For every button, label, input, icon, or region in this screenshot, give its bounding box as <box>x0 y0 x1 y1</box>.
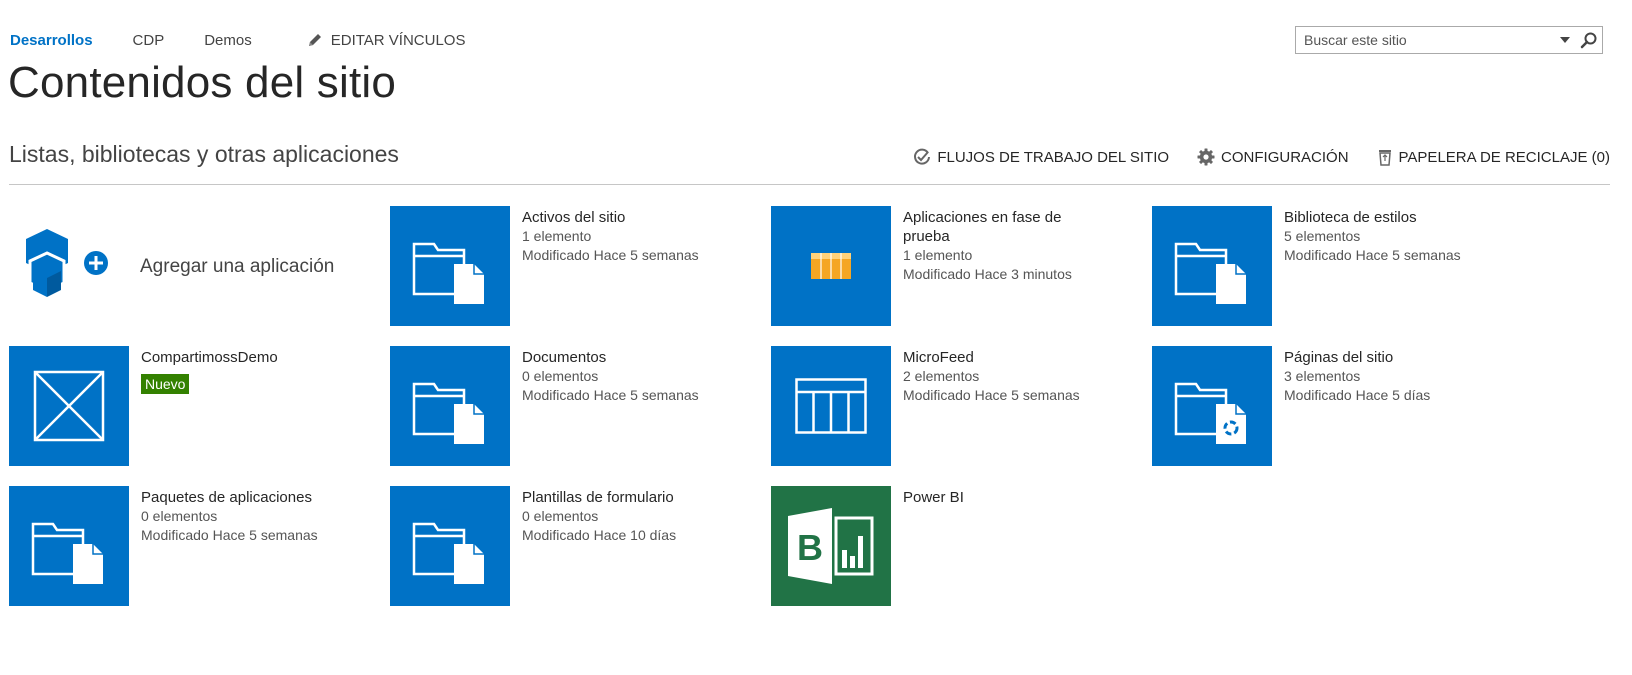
modified-date: Modificado Hace 5 semanas <box>522 247 699 263</box>
list-columns-icon[interactable] <box>771 346 891 466</box>
modified-date: Modificado Hace 5 semanas <box>1284 247 1461 263</box>
site-actions: FLUJOS DE TRABAJO DEL SITIO CONFIGURACIÓ… <box>885 148 1610 166</box>
app-name[interactable]: MicroFeed <box>903 348 1093 367</box>
app-tile-plantillas-de-formulario[interactable]: Plantillas de formulario 0 elementos Mod… <box>390 486 750 606</box>
placeholder-app-icon[interactable] <box>9 346 129 466</box>
workflow-check-icon <box>914 148 931 165</box>
settings-label: CONFIGURACIÓN <box>1221 148 1349 166</box>
item-count: 0 elementos <box>141 508 218 524</box>
app-name[interactable]: CompartimossDemo <box>141 348 331 367</box>
app-name[interactable]: Aplicaciones en fase de prueba <box>903 208 1093 246</box>
app-name[interactable]: Activos del sitio <box>522 208 712 227</box>
folder-document-icon[interactable] <box>390 486 510 606</box>
app-tile-power-bi[interactable]: B Power BI <box>771 486 1131 606</box>
pencil-icon <box>308 34 321 46</box>
gear-icon <box>1197 148 1215 166</box>
search-button[interactable] <box>1576 27 1602 53</box>
app-name[interactable]: Biblioteca de estilos <box>1284 208 1474 227</box>
folder-pages-icon[interactable] <box>1152 346 1272 466</box>
item-count: 0 elementos <box>522 368 599 384</box>
edit-links-label: EDITAR VÍNCULOS <box>330 31 466 49</box>
app-tile-microfeed[interactable]: MicroFeed 2 elementos Modificado Hace 5 … <box>771 346 1131 466</box>
folder-document-icon[interactable] <box>9 486 129 606</box>
section-divider <box>9 184 1610 185</box>
folder-document-icon[interactable] <box>1152 206 1272 326</box>
add-app-icon <box>26 229 108 297</box>
site-workflows-label: FLUJOS DE TRABAJO DEL SITIO <box>937 148 1170 166</box>
app-tile-aplicaciones-en-fase-de-prueba[interactable]: Aplicaciones en fase de prueba 1 element… <box>771 206 1131 326</box>
recycle-bin-label: PAPELERA DE RECICLAJE (0) <box>1398 148 1610 166</box>
add-app-label: Agregar una aplicación <box>140 256 335 277</box>
recycle-bin-button[interactable]: PAPELERA DE RECICLAJE (0) <box>1377 148 1610 166</box>
section-title: Listas, bibliotecas y otras aplicaciones <box>9 141 399 167</box>
modified-date: Modificado Hace 5 semanas <box>903 387 1080 403</box>
modified-date: Modificado Hace 5 semanas <box>522 387 699 403</box>
app-name[interactable]: Documentos <box>522 348 712 367</box>
search-box <box>1295 26 1603 54</box>
chevron-down-icon <box>1560 37 1570 43</box>
item-count: 1 elemento <box>522 228 592 244</box>
svg-text:B: B <box>797 527 823 568</box>
add-app-button[interactable]: Agregar una aplicación <box>20 222 340 312</box>
nav-link-demos[interactable]: Demos <box>204 32 252 49</box>
recycle-bin-icon <box>1378 150 1391 166</box>
folder-document-icon[interactable] <box>390 206 510 326</box>
item-count: 0 elementos <box>522 508 599 524</box>
app-tile-biblioteca-de-estilos[interactable]: Biblioteca de estilos 5 elementos Modifi… <box>1152 206 1512 326</box>
item-count: 5 elementos <box>1284 228 1361 244</box>
folder-document-icon[interactable] <box>390 346 510 466</box>
app-tile-paginas-del-sitio[interactable]: Páginas del sitio 3 elementos Modificado… <box>1152 346 1512 466</box>
power-bi-icon[interactable]: B <box>771 486 891 606</box>
modified-date: Modificado Hace 5 semanas <box>141 527 318 543</box>
settings-button[interactable]: CONFIGURACIÓN <box>1197 148 1349 166</box>
item-count: 3 elementos <box>1284 368 1361 384</box>
search-input[interactable] <box>1296 28 1554 52</box>
nav-link-cdp[interactable]: CDP <box>133 32 165 49</box>
item-count: 1 elemento <box>903 247 973 263</box>
table-list-icon[interactable] <box>771 206 891 326</box>
search-scope-dropdown[interactable] <box>1554 27 1576 53</box>
page-title: Contenidos del sitio <box>8 58 397 107</box>
site-workflows-button[interactable]: FLUJOS DE TRABAJO DEL SITIO <box>913 148 1169 166</box>
app-tile-paquetes-de-aplicaciones[interactable]: Paquetes de aplicaciones 0 elementos Mod… <box>9 486 369 606</box>
item-count: 2 elementos <box>903 368 980 384</box>
app-name[interactable]: Paquetes de aplicaciones <box>141 488 331 507</box>
modified-date: Modificado Hace 5 días <box>1284 387 1431 403</box>
edit-links-button[interactable]: EDITAR VÍNCULOS <box>307 31 466 49</box>
app-name[interactable]: Páginas del sitio <box>1284 348 1474 367</box>
app-tile-activos-del-sitio[interactable]: Activos del sitio 1 elemento Modificado … <box>390 206 750 326</box>
modified-date: Modificado Hace 3 minutos <box>903 266 1072 282</box>
top-navigation: Desarrollos CDP Demos EDITAR VÍNCULOS <box>10 30 465 50</box>
app-tile-compartimossdemo[interactable]: CompartimossDemo Nuevo <box>9 346 369 466</box>
new-badge: Nuevo <box>141 374 190 394</box>
app-tile-documentos[interactable]: Documentos 0 elementos Modificado Hace 5… <box>390 346 750 466</box>
app-name[interactable]: Power BI <box>903 488 1093 507</box>
nav-link-desarrollos[interactable]: Desarrollos <box>10 32 93 49</box>
app-name[interactable]: Plantillas de formulario <box>522 488 712 507</box>
modified-date: Modificado Hace 10 días <box>522 527 677 543</box>
search-icon <box>1580 32 1597 49</box>
